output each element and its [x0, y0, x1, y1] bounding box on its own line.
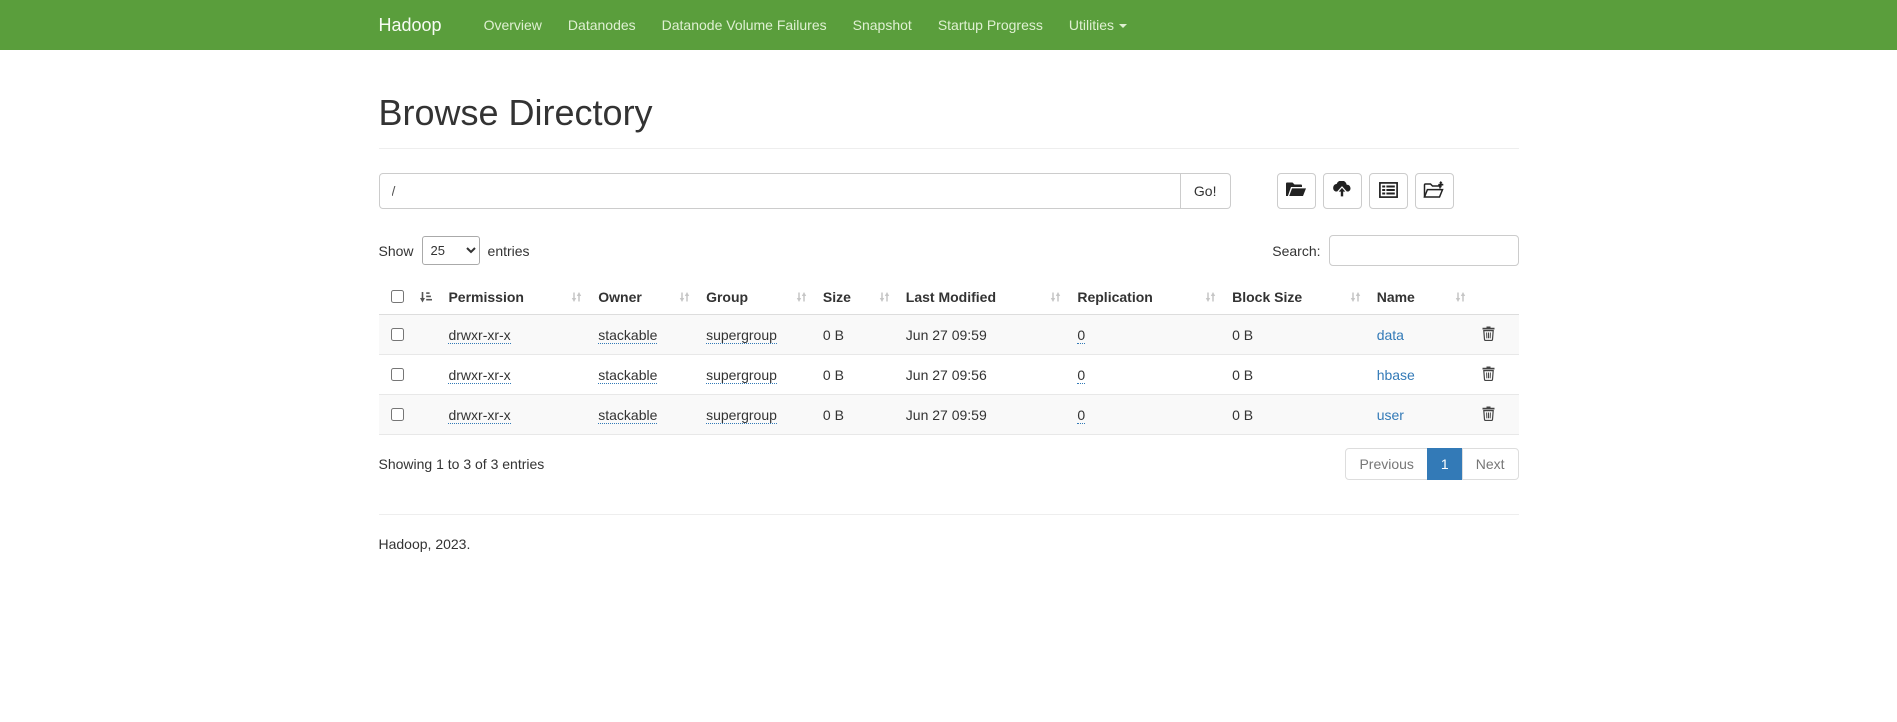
column-header-permission[interactable]: Permission	[440, 279, 590, 315]
last-modified-cell: Jun 27 09:59	[906, 327, 987, 343]
nav-dropdown-utilities[interactable]: Utilities	[1056, 0, 1140, 50]
column-header-owner[interactable]: Owner	[590, 279, 698, 315]
page-title: Browse Directory	[379, 92, 1519, 134]
table-row: drwxr-xr-x stackable supergroup 0 B Jun …	[379, 315, 1519, 355]
th-list-icon	[1379, 182, 1398, 201]
table-search-control: Search:	[1272, 235, 1518, 266]
column-header-last-modified[interactable]: Last Modified	[898, 279, 1070, 315]
row-checkbox[interactable]	[391, 368, 404, 381]
replication-cell[interactable]: 0	[1077, 327, 1085, 344]
open-folder-button[interactable]	[1277, 173, 1316, 209]
delete-button[interactable]	[1482, 326, 1495, 341]
row-checkbox[interactable]	[391, 408, 404, 421]
directory-table: Permission Owner Group Size	[379, 279, 1519, 435]
sort-both-icon	[571, 291, 582, 303]
group-cell[interactable]: supergroup	[706, 327, 777, 344]
column-header-replication[interactable]: Replication	[1069, 279, 1224, 315]
sort-both-icon	[1050, 291, 1061, 303]
directory-link[interactable]: hbase	[1377, 367, 1415, 383]
last-modified-cell: Jun 27 09:59	[906, 407, 987, 423]
nav-dropdown-utilities-label: Utilities	[1069, 17, 1114, 33]
select-all-checkbox[interactable]	[391, 290, 404, 303]
table-row: drwxr-xr-x stackable supergroup 0 B Jun …	[379, 395, 1519, 435]
pagination-next[interactable]: Next	[1462, 448, 1519, 480]
column-header-actions	[1474, 279, 1519, 315]
browse-directory-panel: Browse Directory Go!	[364, 92, 1534, 552]
file-list-button[interactable]	[1369, 173, 1408, 209]
sort-both-icon	[1205, 291, 1216, 303]
last-modified-cell: Jun 27 09:56	[906, 367, 987, 383]
title-divider	[379, 148, 1519, 149]
chevron-down-icon	[1119, 24, 1127, 28]
column-header-name[interactable]: Name	[1369, 279, 1474, 315]
page-size-select[interactable]: 25	[422, 236, 480, 265]
path-input-group: Go!	[379, 173, 1231, 209]
nav-item-datanodes[interactable]: Datanodes	[555, 0, 649, 50]
footer-text: Hadoop, 2023.	[379, 536, 1519, 552]
nav-item-datanode-volume-failures[interactable]: Datanode Volume Failures	[649, 0, 840, 50]
sort-both-icon	[1455, 291, 1466, 303]
permission-cell[interactable]: drwxr-xr-x	[448, 367, 510, 384]
sort-both-icon	[796, 291, 807, 303]
nav-item-overview[interactable]: Overview	[471, 0, 555, 50]
trash-icon	[1482, 329, 1495, 344]
go-button[interactable]: Go!	[1181, 173, 1231, 209]
sort-both-icon	[679, 291, 690, 303]
pagination-previous[interactable]: Previous	[1345, 448, 1427, 480]
folder-open-icon	[1285, 181, 1307, 201]
group-cell[interactable]: supergroup	[706, 367, 777, 384]
sort-asc-icon	[419, 291, 432, 303]
show-label: Show	[379, 243, 414, 259]
group-cell[interactable]: supergroup	[706, 407, 777, 424]
search-label: Search:	[1272, 243, 1320, 259]
search-input[interactable]	[1329, 235, 1519, 266]
owner-cell[interactable]: stackable	[598, 327, 657, 344]
trash-icon	[1482, 369, 1495, 384]
permission-cell[interactable]: drwxr-xr-x	[448, 327, 510, 344]
top-navbar: Hadoop Overview Datanodes Datanode Volum…	[0, 0, 1897, 50]
upload-file-button[interactable]	[1323, 173, 1362, 209]
permission-cell[interactable]: drwxr-xr-x	[448, 407, 510, 424]
page-size-control: Show 25 entries	[379, 236, 530, 265]
nav-item-startup-progress[interactable]: Startup Progress	[925, 0, 1056, 50]
size-cell: 0 B	[823, 327, 844, 343]
navbar-brand[interactable]: Hadoop	[379, 0, 457, 50]
delete-button[interactable]	[1482, 366, 1495, 381]
delete-button[interactable]	[1482, 406, 1495, 421]
row-checkbox[interactable]	[391, 328, 404, 341]
new-folder-icon	[1423, 181, 1445, 202]
nav-item-snapshot[interactable]: Snapshot	[840, 0, 925, 50]
replication-cell[interactable]: 0	[1077, 407, 1085, 424]
replication-cell[interactable]: 0	[1077, 367, 1085, 384]
block-size-cell: 0 B	[1232, 407, 1253, 423]
block-size-cell: 0 B	[1232, 367, 1253, 383]
directory-path-input[interactable]	[379, 173, 1181, 209]
create-directory-button[interactable]	[1415, 173, 1454, 209]
entries-label: entries	[488, 243, 530, 259]
cloud-upload-icon	[1331, 181, 1353, 201]
trash-icon	[1482, 409, 1495, 424]
owner-cell[interactable]: stackable	[598, 367, 657, 384]
footer-divider	[379, 514, 1519, 515]
select-all-header[interactable]	[379, 279, 441, 315]
pagination-page-1[interactable]: 1	[1427, 448, 1463, 480]
pagination: Previous 1 Next	[1345, 448, 1518, 480]
owner-cell[interactable]: stackable	[598, 407, 657, 424]
file-action-buttons	[1277, 173, 1461, 209]
size-cell: 0 B	[823, 407, 844, 423]
directory-link[interactable]: data	[1377, 327, 1404, 343]
column-header-size[interactable]: Size	[815, 279, 898, 315]
block-size-cell: 0 B	[1232, 327, 1253, 343]
sort-both-icon	[1350, 291, 1361, 303]
directory-link[interactable]: user	[1377, 407, 1404, 423]
size-cell: 0 B	[823, 367, 844, 383]
sort-both-icon	[879, 291, 890, 303]
table-header-row: Permission Owner Group Size	[379, 279, 1519, 315]
table-row: drwxr-xr-x stackable supergroup 0 B Jun …	[379, 355, 1519, 395]
column-header-group[interactable]: Group	[698, 279, 815, 315]
column-header-block-size[interactable]: Block Size	[1224, 279, 1369, 315]
table-info: Showing 1 to 3 of 3 entries	[379, 456, 545, 472]
